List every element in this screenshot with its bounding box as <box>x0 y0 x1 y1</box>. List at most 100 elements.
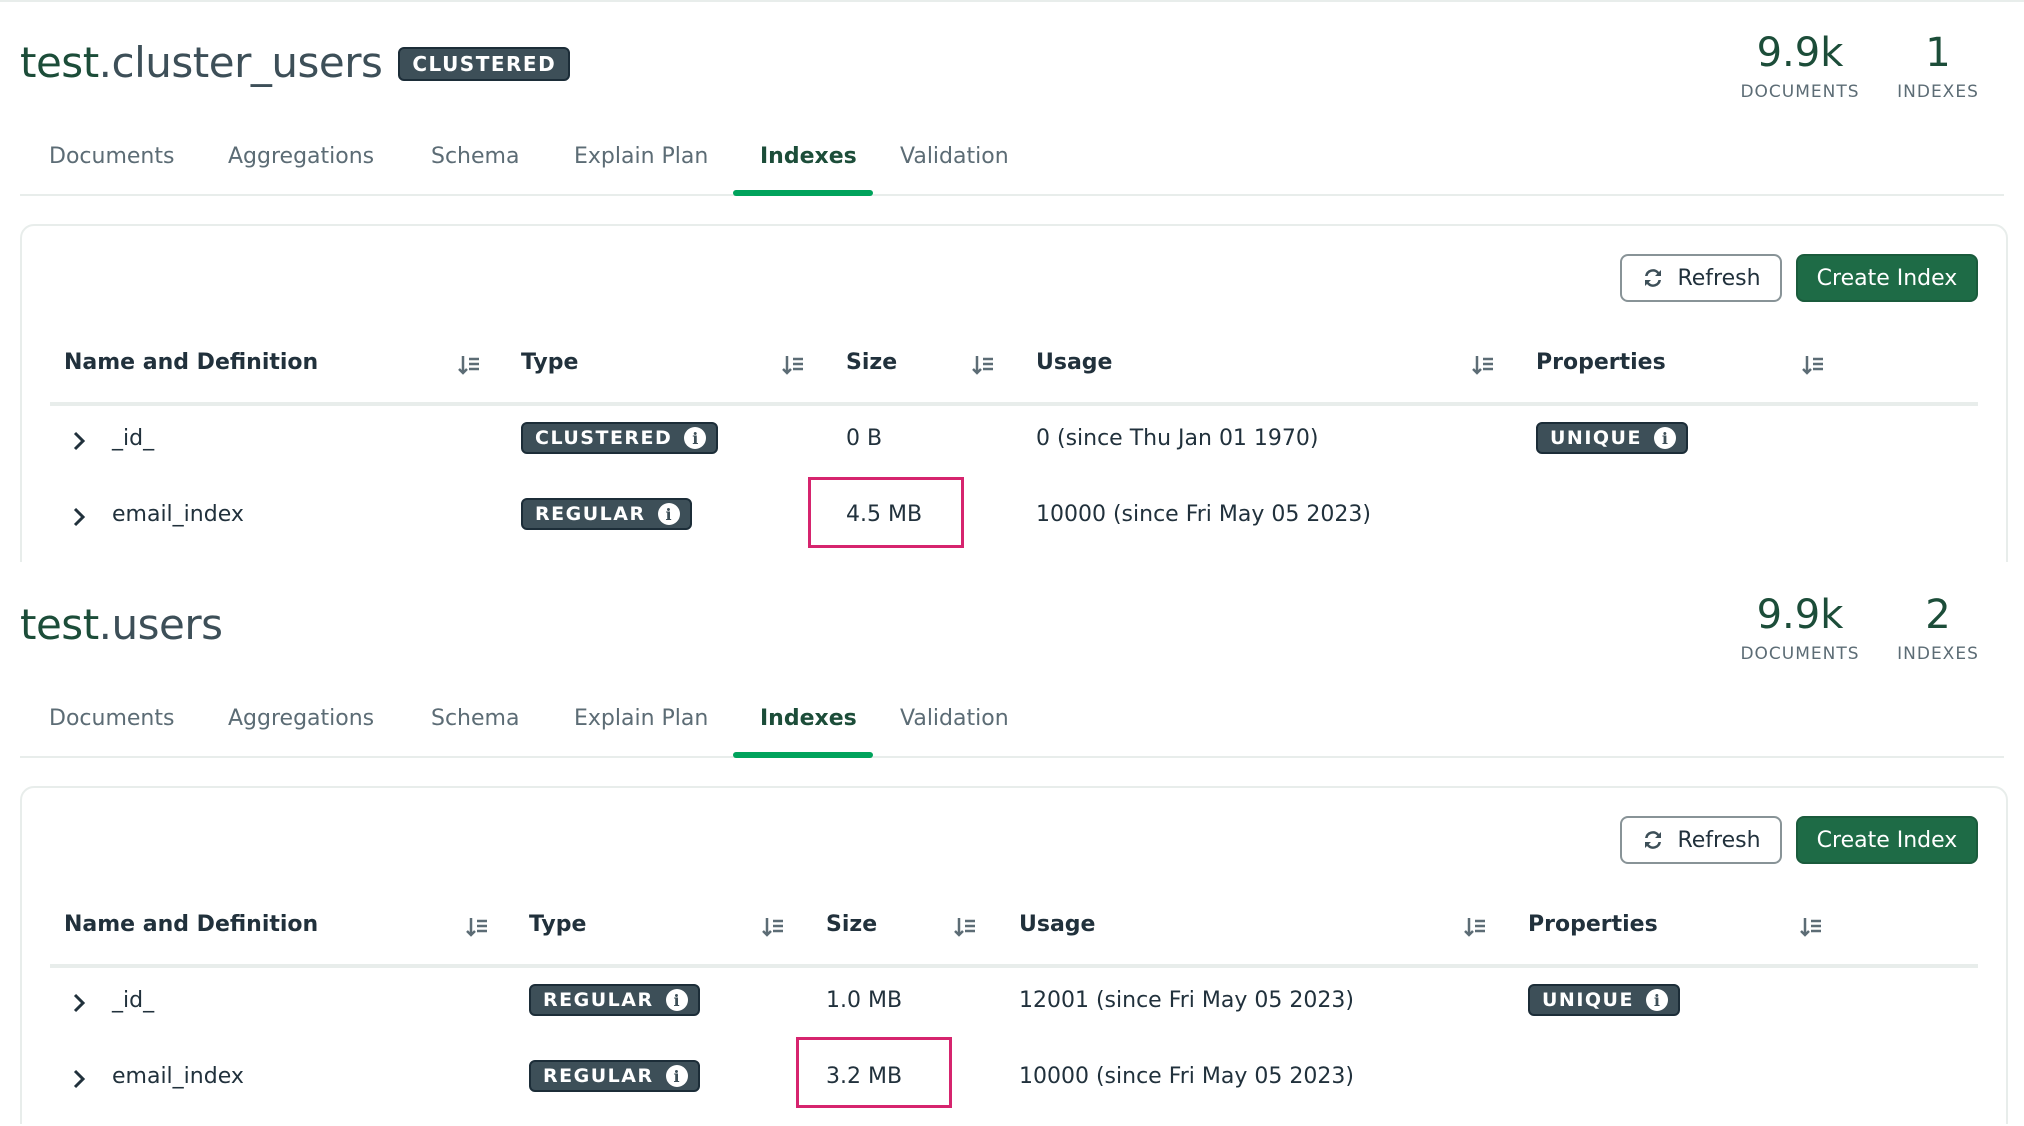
collection-panel-users: test.users 9.9k DOCUMENTS 2 INDEXES Docu… <box>0 562 2024 1124</box>
column-header-type[interactable]: Type <box>529 912 586 937</box>
documents-stat: 9.9k DOCUMENTS <box>1734 592 1866 664</box>
collection-panel-cluster-users: test.cluster_users CLUSTERED 9.9k DOCUMEN… <box>0 0 2024 562</box>
column-header-type[interactable]: Type <box>521 350 578 375</box>
property-label: UNIQUE <box>1550 427 1642 449</box>
tab-validation[interactable]: Validation <box>900 144 1009 169</box>
table-row[interactable]: email_index REGULAR i 4.5 MB 10000 (since… <box>50 480 1978 556</box>
indexes-stat: 2 INDEXES <box>1890 592 1986 664</box>
type-badge: REGULAR i <box>521 498 692 530</box>
documents-label: DOCUMENTS <box>1740 644 1860 664</box>
info-icon[interactable]: i <box>665 989 688 1011</box>
refresh-label: Refresh <box>1677 827 1761 853</box>
active-tab-indicator <box>733 752 873 758</box>
sort-icon[interactable] <box>466 916 490 938</box>
sort-icon[interactable] <box>1802 354 1826 376</box>
collection-title: test.users <box>20 600 223 649</box>
indexes-stat: 1 INDEXES <box>1890 30 1986 102</box>
index-size: 1.0 MB <box>826 988 903 1013</box>
table-header: Name and Definition Type Size Usage Prop… <box>50 336 1978 406</box>
type-label: REGULAR <box>543 1065 654 1087</box>
info-icon[interactable]: i <box>1645 989 1668 1011</box>
tab-validation[interactable]: Validation <box>900 706 1009 731</box>
table-row[interactable]: _id_ CLUSTERED i 0 B 0 (since Thu Jan 01 … <box>50 404 1978 480</box>
column-header-name[interactable]: Name and Definition <box>64 912 318 937</box>
collection-name: cluster_users <box>111 38 383 87</box>
refresh-icon <box>1645 831 1662 849</box>
index-name: _id_ <box>112 988 155 1013</box>
sort-icon[interactable] <box>1800 916 1824 938</box>
collection-tabs: Documents Aggregations Schema Explain Pl… <box>20 138 2004 196</box>
type-badge: REGULAR i <box>529 1060 700 1092</box>
index-name: email_index <box>112 502 244 527</box>
index-usage: 10000 (since Fri May 05 2023) <box>1036 502 1371 527</box>
tab-explain-plan[interactable]: Explain Plan <box>574 706 708 731</box>
documents-stat: 9.9k DOCUMENTS <box>1734 30 1866 102</box>
create-index-button[interactable]: Create Index <box>1796 254 1978 302</box>
column-header-name[interactable]: Name and Definition <box>64 350 318 375</box>
column-header-usage[interactable]: Usage <box>1019 912 1095 937</box>
type-label: CLUSTERED <box>535 427 673 449</box>
table-header: Name and Definition Type Size Usage Prop… <box>50 898 1978 968</box>
size-highlight-box <box>796 1037 952 1108</box>
refresh-label: Refresh <box>1677 265 1761 291</box>
tab-documents[interactable]: Documents <box>49 144 174 169</box>
info-icon[interactable]: i <box>684 427 707 449</box>
tab-aggregations[interactable]: Aggregations <box>228 144 374 169</box>
table-row[interactable]: email_index REGULAR i 3.2 MB 10000 (since… <box>50 1042 1978 1118</box>
refresh-button[interactable]: Refresh <box>1620 254 1782 302</box>
property-label: UNIQUE <box>1542 989 1634 1011</box>
collection-name: users <box>111 600 224 649</box>
type-label: REGULAR <box>543 989 654 1011</box>
column-header-properties[interactable]: Properties <box>1528 912 1658 937</box>
table-row[interactable]: _id_ REGULAR i 1.0 MB 12001 (since Fri Ma… <box>50 966 1978 1042</box>
column-header-size[interactable]: Size <box>826 912 877 937</box>
sort-icon[interactable] <box>458 354 482 376</box>
tab-indexes[interactable]: Indexes <box>760 144 857 169</box>
type-badge: CLUSTERED i <box>521 422 719 454</box>
sort-icon[interactable] <box>782 354 806 376</box>
index-size: 0 B <box>846 426 883 451</box>
tab-documents[interactable]: Documents <box>49 706 174 731</box>
info-icon[interactable]: i <box>665 1065 688 1087</box>
chevron-right-icon[interactable] <box>72 430 86 452</box>
tab-indexes[interactable]: Indexes <box>760 706 857 731</box>
column-header-usage[interactable]: Usage <box>1036 350 1112 375</box>
size-highlight-box <box>808 477 964 548</box>
chevron-right-icon[interactable] <box>72 1068 86 1090</box>
refresh-icon <box>1645 269 1662 287</box>
divider <box>0 0 2024 2</box>
sort-icon[interactable] <box>1472 354 1496 376</box>
sort-icon[interactable] <box>1464 916 1488 938</box>
db-name: test <box>20 38 99 87</box>
documents-count: 9.9k <box>1756 592 1844 638</box>
index-usage: 12001 (since Fri May 05 2023) <box>1019 988 1354 1013</box>
indexes-count: 2 <box>1925 592 1951 638</box>
chevron-right-icon[interactable] <box>72 506 86 528</box>
type-label: REGULAR <box>535 503 646 525</box>
refresh-button[interactable]: Refresh <box>1620 816 1782 864</box>
column-header-properties[interactable]: Properties <box>1536 350 1666 375</box>
sort-icon[interactable] <box>972 354 996 376</box>
documents-label: DOCUMENTS <box>1740 82 1860 102</box>
tab-schema[interactable]: Schema <box>431 706 519 731</box>
tab-schema[interactable]: Schema <box>431 144 519 169</box>
collection-title: test.cluster_users CLUSTERED <box>20 38 571 87</box>
info-icon[interactable]: i <box>657 503 680 525</box>
tab-aggregations[interactable]: Aggregations <box>228 706 374 731</box>
info-icon[interactable]: i <box>1653 427 1676 449</box>
collection-tabs: Documents Aggregations Schema Explain Pl… <box>20 700 2004 758</box>
property-badge: UNIQUE i <box>1528 984 1680 1016</box>
sort-icon[interactable] <box>954 916 978 938</box>
chevron-right-icon[interactable] <box>72 992 86 1014</box>
index-usage: 10000 (since Fri May 05 2023) <box>1019 1064 1354 1089</box>
column-header-size[interactable]: Size <box>846 350 897 375</box>
indexes-count: 1 <box>1925 30 1951 76</box>
property-badge: UNIQUE i <box>1536 422 1688 454</box>
type-badge: REGULAR i <box>529 984 700 1016</box>
index-name: _id_ <box>112 426 155 451</box>
active-tab-indicator <box>733 190 873 196</box>
sort-icon[interactable] <box>762 916 786 938</box>
index-name: email_index <box>112 1064 244 1089</box>
tab-explain-plan[interactable]: Explain Plan <box>574 144 708 169</box>
create-index-button[interactable]: Create Index <box>1796 816 1978 864</box>
